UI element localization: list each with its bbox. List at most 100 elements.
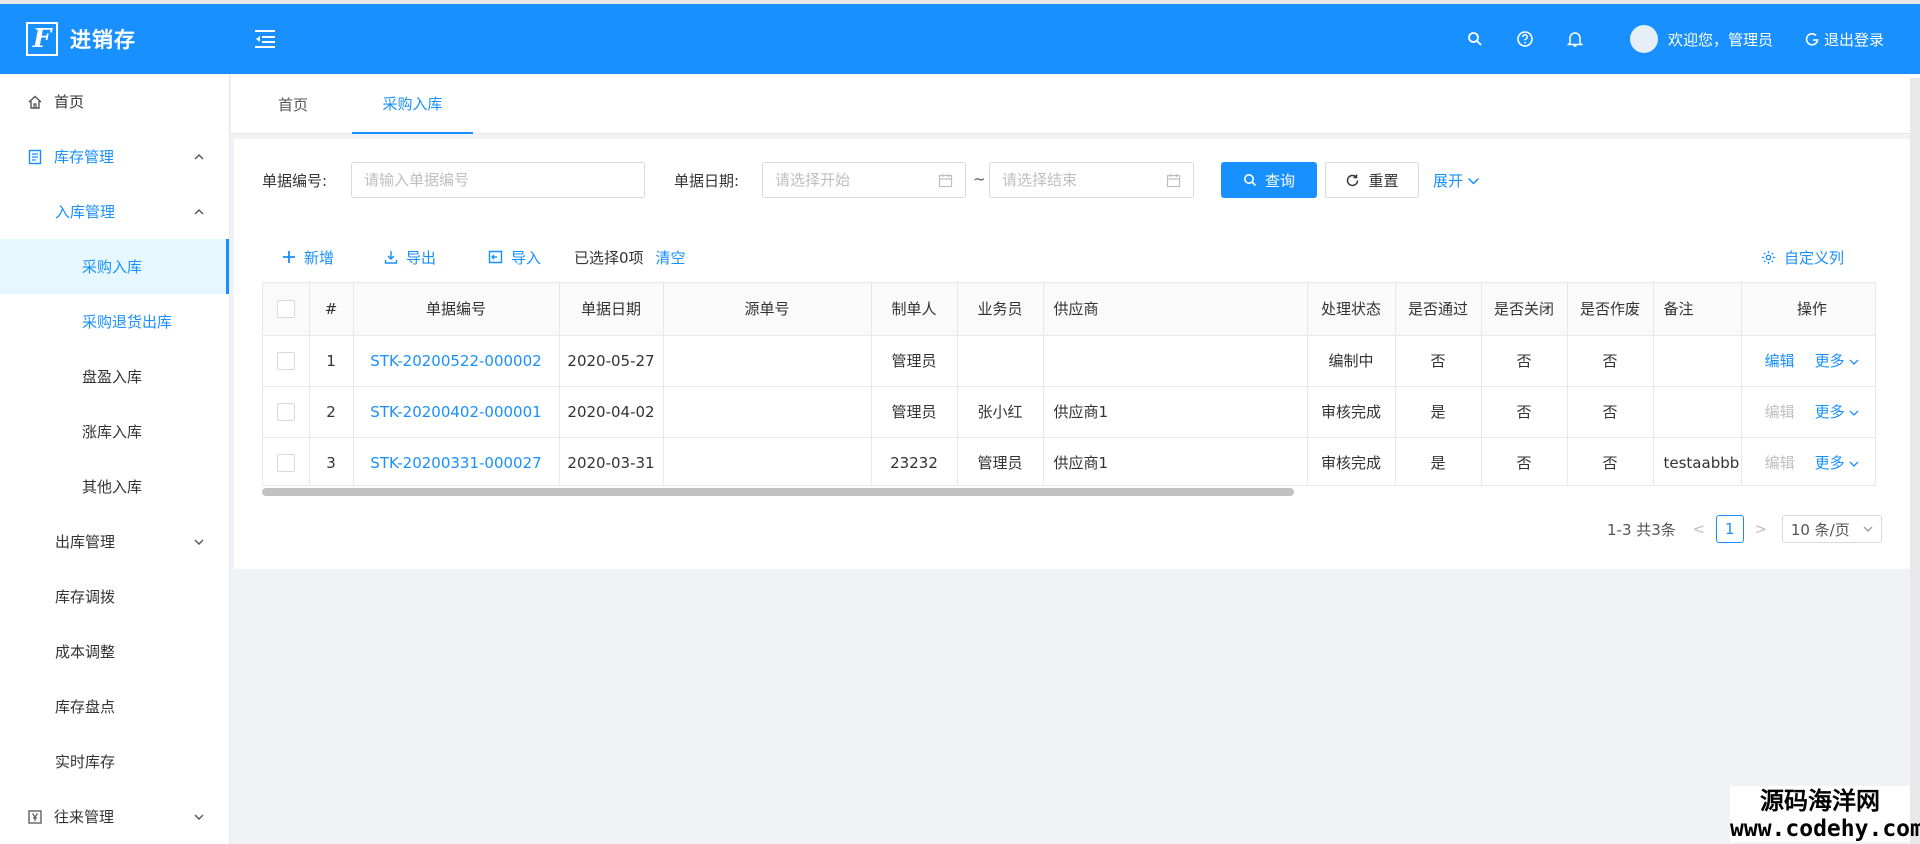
- column-header[interactable]: 源单号: [663, 283, 872, 336]
- help-icon[interactable]: [1513, 27, 1537, 51]
- tab-purchase-inbound[interactable]: 采购入库: [352, 74, 473, 134]
- sidebar-item-outbound[interactable]: 出库管理: [0, 514, 229, 569]
- sidebar-item-surplus-inbound[interactable]: 盘盈入库: [0, 349, 229, 404]
- sidebar-item-inbound[interactable]: 入库管理: [0, 184, 229, 239]
- select-all-cell: [263, 283, 310, 336]
- table-horizontal-scrollbar[interactable]: [262, 488, 1294, 496]
- search-icon[interactable]: [1463, 27, 1487, 51]
- page-size-select[interactable]: 10 条/页: [1781, 515, 1882, 543]
- sidebar-item-realtime-stock[interactable]: 实时库存: [0, 734, 229, 789]
- user-menu[interactable]: 欢迎您，管理员: [1629, 25, 1773, 53]
- menu-fold-icon[interactable]: [252, 27, 278, 51]
- sidebar-item-label: 实时库存: [55, 753, 116, 771]
- row-checkbox[interactable]: [276, 351, 295, 370]
- creator: 管理员: [871, 335, 958, 387]
- more-label: 更多: [1814, 454, 1845, 472]
- export-label: 导出: [406, 248, 437, 267]
- sidebar-item-accounts[interactable]: 往来管理: [0, 789, 229, 844]
- row-checkbox[interactable]: [276, 453, 295, 472]
- expand-label: 展开: [1433, 172, 1464, 190]
- column-header[interactable]: 是否关闭: [1481, 283, 1568, 336]
- sidebar: 首页 库存管理 入库管理 采购入库 采购退货出库 盘盈入库 涨库入库 其他入库 …: [0, 74, 230, 844]
- reset-button[interactable]: 重置: [1325, 162, 1419, 198]
- column-header[interactable]: 业务员: [957, 283, 1044, 336]
- clear-selection-link[interactable]: 清空: [656, 247, 686, 268]
- doc-no-input-wrap[interactable]: [351, 162, 645, 198]
- app-title: 进销存: [70, 28, 136, 52]
- sidebar-item-transfer[interactable]: 库存调拨: [0, 569, 229, 624]
- chevron-down-icon: [193, 811, 205, 823]
- sidebar-item-label: 出库管理: [55, 533, 116, 551]
- more-label: 更多: [1814, 352, 1845, 370]
- sidebar-item-label: 涨库入库: [82, 423, 143, 441]
- notification-bell-icon[interactable]: [1563, 27, 1587, 51]
- app-logo[interactable]: F 进销存: [0, 4, 230, 74]
- next-page-button[interactable]: >: [1754, 520, 1768, 538]
- page-number-button[interactable]: 1: [1715, 515, 1744, 543]
- select-all-checkbox[interactable]: [276, 300, 295, 318]
- column-header: #: [309, 283, 354, 336]
- add-label: 新增: [304, 248, 335, 267]
- closed: 否: [1481, 437, 1568, 485]
- import-button[interactable]: 导入: [488, 243, 541, 271]
- download-icon: [384, 251, 398, 264]
- chevron-up-icon: [193, 151, 205, 163]
- sidebar-item-inventory[interactable]: 库存管理: [0, 129, 229, 184]
- pagination: 1-3 共3条 < 1 > 10 条/页: [1607, 515, 1882, 543]
- sidebar-item-purchase-return[interactable]: 采购退货出库: [0, 294, 229, 349]
- chevron-down-icon: [1863, 526, 1873, 532]
- more-dropdown[interactable]: 更多: [1815, 352, 1860, 370]
- column-header[interactable]: 单据编号: [353, 283, 560, 336]
- more-dropdown[interactable]: 更多: [1815, 403, 1860, 421]
- date-end-picker[interactable]: [989, 162, 1194, 198]
- export-button[interactable]: 导出: [384, 243, 436, 271]
- date-end-input[interactable]: [1002, 171, 1181, 189]
- sidebar-item-other-inbound[interactable]: 其他入库: [0, 459, 229, 514]
- page-tabs: 首页 采购入库: [231, 74, 1920, 134]
- tab-home[interactable]: 首页: [271, 74, 315, 134]
- row-index: 3: [309, 437, 354, 485]
- date-start-picker[interactable]: [762, 162, 966, 198]
- doc-no-link[interactable]: STK-20200331-000027: [353, 437, 560, 485]
- column-header[interactable]: 备注: [1653, 283, 1742, 336]
- column-header[interactable]: 单据日期: [559, 283, 664, 336]
- sidebar-item-gain-inbound[interactable]: 涨库入库: [0, 404, 229, 459]
- status: 编制中: [1307, 335, 1396, 387]
- edit-link[interactable]: 编辑: [1765, 352, 1795, 370]
- selected-count: 已选择0项: [574, 248, 644, 267]
- closed: 否: [1481, 386, 1568, 438]
- sidebar-item-home[interactable]: 首页: [0, 74, 229, 129]
- table-row: 3 STK-20200331-000027 2020-03-31 23232 管…: [263, 437, 1875, 485]
- date-label: 单据日期:: [674, 172, 740, 190]
- prev-page-button[interactable]: <: [1692, 520, 1706, 538]
- sidebar-item-purchase-inbound[interactable]: 采购入库: [0, 239, 229, 294]
- expand-link[interactable]: 展开: [1433, 170, 1480, 191]
- logout-button[interactable]: 退出登录: [1805, 29, 1884, 50]
- sidebar-item-cost-adjust[interactable]: 成本调整: [0, 624, 229, 679]
- content-card: 单据编号: 单据日期: ~ 查询 重置 展开 新增 导出 导入 已选择0项 清空: [234, 139, 1916, 569]
- date-start-input[interactable]: [775, 171, 953, 189]
- sidebar-item-label: 库存盘点: [55, 698, 116, 716]
- column-header[interactable]: 是否作废: [1567, 283, 1654, 336]
- column-header[interactable]: 处理状态: [1307, 283, 1396, 336]
- sidebar-item-stocktake[interactable]: 库存盘点: [0, 679, 229, 734]
- column-header[interactable]: 制单人: [871, 283, 958, 336]
- column-header[interactable]: 是否通过: [1395, 283, 1482, 336]
- row-index: 2: [309, 386, 354, 438]
- row-actions: 编辑 更多: [1741, 437, 1875, 485]
- add-button[interactable]: 新增: [282, 243, 334, 271]
- doc-no-link[interactable]: STK-20200402-000001: [353, 386, 560, 438]
- doc-no-link[interactable]: STK-20200522-000002: [353, 335, 560, 387]
- gear-icon: [1762, 250, 1775, 264]
- user-name: 欢迎您，管理员: [1667, 30, 1773, 49]
- row-checkbox[interactable]: [276, 402, 295, 421]
- doc-no-input[interactable]: [364, 171, 632, 189]
- column-header[interactable]: 供应商: [1043, 283, 1308, 336]
- salesman: 管理员: [957, 437, 1044, 485]
- more-dropdown[interactable]: 更多: [1815, 454, 1860, 472]
- doc-date: 2020-04-02: [559, 386, 664, 438]
- page-size-value: 10 条/页: [1790, 520, 1850, 539]
- custom-columns-button[interactable]: 自定义列: [1761, 243, 1844, 271]
- pagination-total: 1-3 共3条: [1607, 520, 1676, 539]
- query-button[interactable]: 查询: [1221, 162, 1317, 198]
